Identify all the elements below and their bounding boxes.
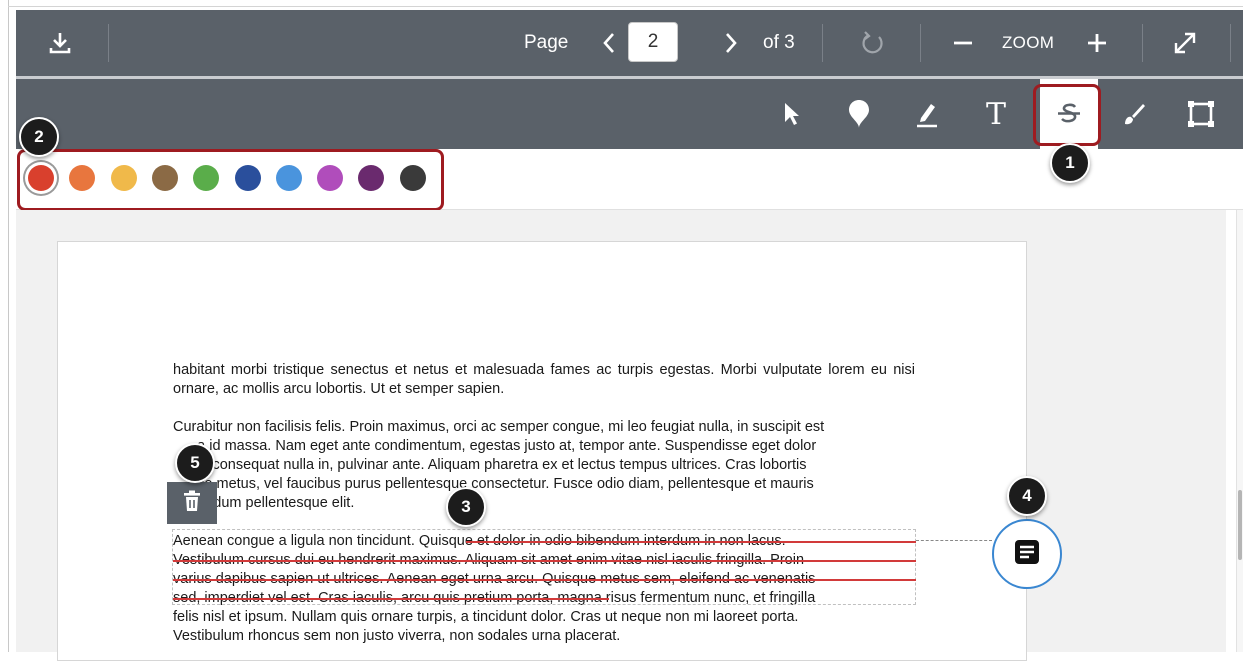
text-span: Aenean congue a ligula non tincidunt. — [173, 533, 415, 549]
app-frame: Page 2 of 3 ZOOM T habitant morbi tristi… — [0, 0, 1243, 661]
pointer-icon[interactable] — [766, 79, 816, 149]
scrollbar-thumb[interactable] — [1238, 490, 1242, 560]
page-number-input[interactable]: 2 — [628, 22, 678, 62]
paragraph-line: it, consequat nulla in, pulvinar ante. A… — [173, 457, 807, 473]
download-icon[interactable] — [38, 24, 82, 62]
toolbar-separator — [108, 24, 109, 62]
chevron-left-icon[interactable] — [596, 24, 622, 62]
strike-line — [173, 579, 916, 581]
paragraph-line: tie metus, vel faucibus purus pellentesq… — [173, 476, 814, 492]
area-box-icon[interactable] — [1176, 79, 1226, 149]
viewer-toolbar: Page 2 of 3 ZOOM — [16, 10, 1243, 76]
text-icon[interactable]: T — [971, 79, 1021, 149]
frame-border — [8, 6, 1243, 7]
strike-line — [173, 598, 609, 600]
zoom-label: ZOOM — [1002, 33, 1055, 52]
toolbar-separator — [1142, 24, 1143, 62]
page-label: Page — [524, 32, 569, 53]
plus-icon[interactable] — [1082, 24, 1112, 62]
toolbar-separator — [920, 24, 921, 62]
rotate-icon[interactable] — [856, 24, 890, 62]
paragraph-line: a id massa. Nam eget ante condimentum, e… — [173, 438, 817, 454]
paragraph-line: felis nisl et ipsum. Nullam quis ornare … — [173, 609, 799, 625]
callout-badge: 5 — [175, 443, 215, 483]
scrollbar-track[interactable] — [1236, 210, 1243, 652]
comment-pin-button[interactable] — [992, 519, 1062, 589]
callout-badge: 4 — [1007, 476, 1047, 516]
delete-annotation-button[interactable] — [167, 482, 217, 524]
chevron-right-icon[interactable] — [718, 24, 744, 62]
toolbar-separator — [1230, 24, 1231, 62]
paragraph: habitant morbi tristique senectus et net… — [173, 362, 915, 397]
paragraph-line: Vestibulum rhoncus sem non justo viverra… — [173, 628, 621, 644]
callout-badge: 2 — [19, 117, 59, 157]
page-count: of 3 — [763, 32, 795, 53]
callout-badge: 1 — [1050, 143, 1090, 183]
trash-icon — [181, 489, 203, 518]
paragraph-line: Curabitur non facilisis felis. Proin max… — [173, 419, 825, 435]
brush-icon[interactable] — [1109, 79, 1159, 149]
highlighter-icon[interactable] — [902, 79, 952, 149]
frame-border — [8, 0, 9, 652]
strike-line — [466, 541, 916, 543]
callout-badge: 3 — [446, 487, 486, 527]
pin-icon[interactable] — [834, 79, 884, 149]
strike-line — [173, 560, 916, 562]
paragraph-line: endum pellentesque elit. — [173, 495, 355, 511]
minus-icon[interactable] — [948, 24, 978, 62]
toolbar-separator — [822, 24, 823, 62]
comment-icon — [1013, 538, 1041, 571]
expand-icon[interactable] — [1168, 24, 1202, 62]
strikeout-tool-highlight — [1033, 84, 1101, 146]
color-palette-highlight — [17, 149, 444, 211]
comment-connector — [916, 540, 992, 541]
